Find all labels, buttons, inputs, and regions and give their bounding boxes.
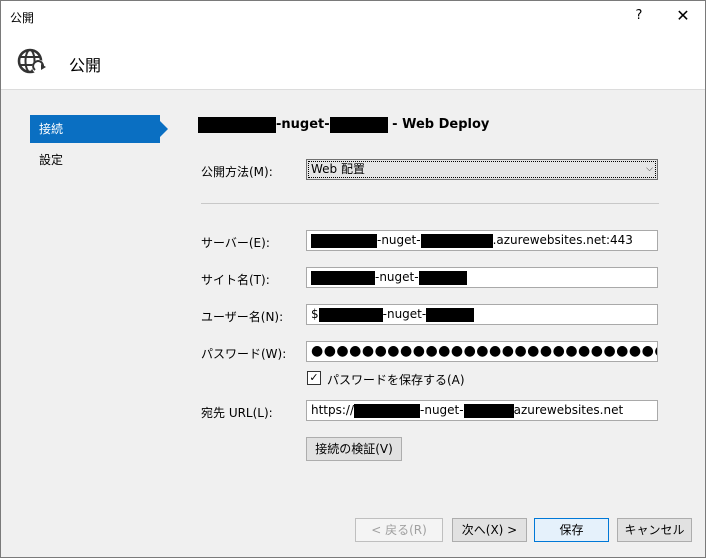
validate-connection-button[interactable]: 接続の検証(V) xyxy=(306,437,402,461)
password-label: パスワード(W): xyxy=(201,347,287,361)
dest-url-mid-text: -nuget- xyxy=(420,403,464,417)
save-button[interactable]: 保存 xyxy=(534,518,609,542)
redacted-block xyxy=(198,116,276,133)
password-field[interactable]: ●●●●●●●●●●●●●●●●●●●●●●●●●●●●●● xyxy=(306,341,658,362)
redacted-block xyxy=(354,403,421,418)
dest-url-prefix: https:// xyxy=(311,403,355,417)
site-name-label: サイト名(T): xyxy=(201,273,270,287)
user-name-prefix: $ xyxy=(311,307,319,321)
redacted-block xyxy=(311,233,377,248)
publish-dialog: 公開 ? ✕ 公開 接続 設定 -nuget- - Web Deploy 公開方… xyxy=(0,0,706,558)
focus-outline xyxy=(308,161,656,178)
cancel-button[interactable]: キャンセル xyxy=(617,518,692,542)
sidebar-item-settings[interactable]: 設定 xyxy=(30,146,160,174)
dest-url-label: 宛先 URL(L): xyxy=(201,406,273,420)
redacted-block xyxy=(420,233,493,248)
save-password-label[interactable]: パスワードを保存する(A) xyxy=(327,371,465,388)
header-title: 公開 xyxy=(69,56,102,75)
server-label: サーバー(E): xyxy=(201,236,270,250)
redacted-block xyxy=(463,403,514,418)
server-mid-text: -nuget- xyxy=(377,233,421,247)
site-name-field[interactable]: -nuget- xyxy=(306,267,658,288)
user-name-field[interactable]: $ -nuget- xyxy=(306,304,658,325)
window-title: 公開 xyxy=(10,11,35,25)
dialog-header: 公開 xyxy=(1,32,705,90)
user-name-label: ユーザー名(N): xyxy=(201,310,284,324)
profile-heading: -nuget- - Web Deploy xyxy=(198,116,489,134)
dest-url-suffix: azurewebsites.net xyxy=(513,403,624,417)
back-button[interactable]: < 戻る(R) xyxy=(355,518,443,542)
heading-suffix: - Web Deploy xyxy=(387,117,490,132)
site-name-mid-text: -nuget- xyxy=(375,270,419,284)
title-bar: 公開 ? ✕ xyxy=(1,1,705,32)
close-button[interactable]: ✕ xyxy=(671,5,695,27)
save-password-checkbox[interactable]: ✓ xyxy=(307,371,321,385)
redacted-block xyxy=(426,307,475,322)
dest-url-field[interactable]: https:// -nuget-azurewebsites.net xyxy=(306,400,658,421)
divider xyxy=(201,203,659,204)
user-name-mid-text: -nuget- xyxy=(382,307,427,321)
heading-mid-text: -nuget- xyxy=(276,117,330,132)
redacted-block xyxy=(311,270,375,285)
server-suffix: .azurewebsites.net:443 xyxy=(492,233,633,247)
server-field[interactable]: -nuget- .azurewebsites.net:443 xyxy=(306,230,658,251)
redacted-block xyxy=(329,116,388,133)
publish-method-label: 公開方法(M): xyxy=(201,165,273,179)
redacted-block xyxy=(318,307,383,322)
sidebar-item-connection[interactable]: 接続 xyxy=(30,115,168,143)
globe-publish-icon xyxy=(17,48,46,74)
redacted-block xyxy=(418,270,467,285)
next-button[interactable]: 次へ(X) > xyxy=(452,518,527,542)
help-button[interactable]: ? xyxy=(629,6,649,26)
